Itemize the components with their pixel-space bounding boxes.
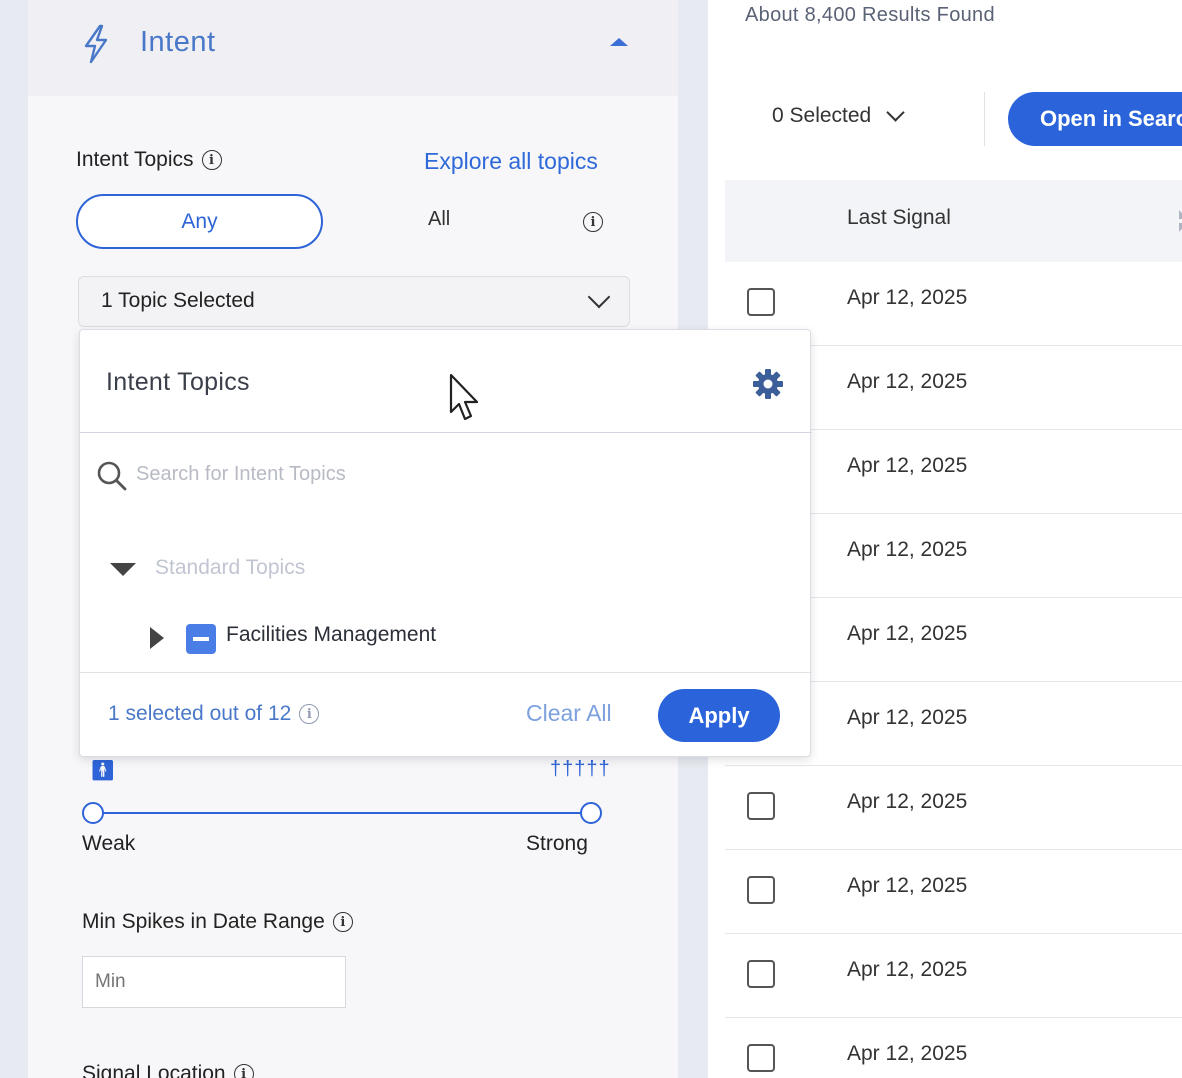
slider-weak-label: Weak — [82, 832, 136, 855]
collapsed-caret-icon[interactable] — [150, 627, 164, 649]
min-spikes-label: Min Spikes in Date Range i — [82, 910, 353, 934]
left-edge-background — [0, 0, 28, 1078]
intent-section-header[interactable]: Intent — [28, 0, 678, 96]
search-icon — [97, 461, 127, 491]
min-spikes-input[interactable] — [82, 956, 346, 1008]
last-signal-cell: Apr 12, 2025 — [847, 538, 968, 561]
last-signal-cell: Apr 12, 2025 — [847, 622, 968, 645]
intent-topics-label: Intent Topics i — [76, 148, 222, 172]
mouse-cursor-icon — [449, 373, 479, 421]
info-icon[interactable]: i — [233, 1064, 254, 1078]
last-signal-cell: Apr 12, 2025 — [847, 454, 968, 477]
intent-topics-search-input[interactable] — [136, 456, 776, 492]
match-all-button[interactable]: All — [428, 208, 450, 231]
slider-max-handle[interactable] — [580, 802, 602, 824]
last-signal-cell: Apr 12, 2025 — [847, 958, 968, 981]
info-icon[interactable]: i — [332, 912, 353, 932]
row-checkbox[interactable] — [747, 1044, 775, 1072]
selected-count-dropdown[interactable]: 0 Selected — [772, 102, 905, 128]
last-signal-cell: Apr 12, 2025 — [847, 790, 968, 813]
open-in-search-button[interactable]: Open in Search — [1008, 92, 1182, 146]
row-checkbox[interactable] — [747, 792, 775, 820]
expand-caret-icon[interactable] — [110, 563, 136, 576]
tree-item-facilities-management[interactable]: Facilities Management — [226, 623, 436, 647]
intent-section-title: Intent — [140, 26, 216, 58]
popup-title: Intent Topics — [106, 368, 250, 396]
popup-divider — [80, 432, 812, 433]
weak-signal-person-icon: 🚹︎ — [90, 760, 116, 782]
match-any-button[interactable]: Any — [76, 194, 323, 249]
topic-select-dropdown[interactable]: 1 Topic Selected — [78, 276, 630, 327]
table-row[interactable]: Apr 12, 2025 — [725, 1018, 1182, 1078]
slider-strong-label: Strong — [526, 832, 588, 855]
last-signal-cell: Apr 12, 2025 — [847, 370, 968, 393]
clear-all-button[interactable]: Clear All — [526, 700, 612, 727]
table-row[interactable]: Apr 12, 2025 — [725, 766, 1182, 850]
info-icon[interactable]: i — [299, 704, 320, 724]
chevron-down-icon — [587, 285, 611, 309]
tree-group-standard-topics[interactable]: Standard Topics — [155, 556, 305, 580]
last-signal-cell: Apr 12, 2025 — [847, 706, 968, 729]
results-count: About 8,400 Results Found — [745, 4, 995, 26]
gear-icon[interactable] — [750, 366, 786, 402]
row-checkbox[interactable] — [747, 960, 775, 988]
apply-button[interactable]: Apply — [658, 689, 780, 742]
lightning-bolt-icon — [84, 24, 108, 64]
partial-checkbox[interactable] — [186, 624, 216, 654]
column-header-last-signal[interactable]: Last Signal — [847, 206, 951, 230]
sort-icon[interactable] — [1169, 206, 1182, 236]
slider-min-handle[interactable] — [82, 802, 104, 824]
popup-footer-divider — [80, 672, 812, 673]
match-info-icon[interactable]: i — [583, 212, 603, 232]
signal-location-label: Signal Location i — [82, 1062, 254, 1078]
chevron-down-icon — [886, 102, 905, 122]
row-checkbox[interactable] — [747, 288, 775, 316]
table-row[interactable]: Apr 12, 2025 — [725, 850, 1182, 934]
signal-strength-slider-track[interactable] — [92, 812, 592, 814]
table-row[interactable]: Apr 12, 2025 — [725, 934, 1182, 1018]
last-signal-cell: Apr 12, 2025 — [847, 1042, 968, 1065]
table-header: Last Signal — [725, 180, 1182, 262]
collapse-caret-icon[interactable] — [610, 38, 628, 46]
last-signal-cell: Apr 12, 2025 — [847, 874, 968, 897]
last-signal-cell: Apr 12, 2025 — [847, 286, 968, 309]
info-icon[interactable]: i — [201, 150, 222, 170]
selected-count-text: 1 selected out of 12 i — [108, 702, 320, 726]
toolbar-divider — [984, 92, 985, 146]
row-checkbox[interactable] — [747, 876, 775, 904]
strong-signal-people-icon: ††††† — [550, 758, 611, 780]
topic-select-value: 1 Topic Selected — [101, 289, 255, 312]
explore-all-topics-link[interactable]: Explore all topics — [424, 148, 598, 175]
intent-topics-popup: Intent Topics Standard Topics Facilities… — [79, 329, 812, 757]
